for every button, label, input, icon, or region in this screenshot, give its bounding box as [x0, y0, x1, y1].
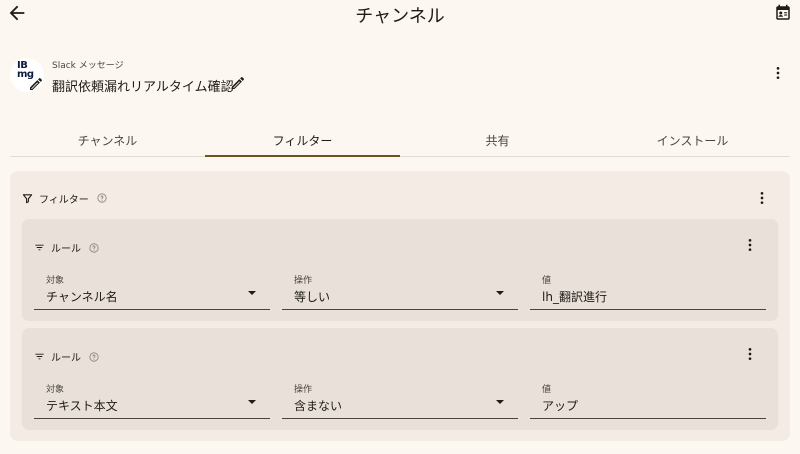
rule-label: ルール [51, 353, 81, 364]
app-name: 翻訳依頼漏れリアルタイム確認 [52, 80, 234, 95]
filter-label: フィルター [39, 194, 89, 206]
tab-filter[interactable]: フィルター [205, 124, 400, 157]
target-value: チャンネル名 [46, 290, 118, 304]
rule-more-vert-icon[interactable] [742, 236, 758, 254]
filter-list-icon [35, 244, 44, 251]
app-header: IB mg Slack メッセージ 翻訳依頼漏れリアルタイム確認 [10, 56, 790, 96]
rule-card: ルール 対象 テキスト本文 操作 含まない 値 アップ [22, 328, 778, 430]
rule-label: ルール [51, 244, 81, 255]
more-vert-icon[interactable] [770, 64, 786, 82]
value-text: アップ [542, 399, 579, 413]
target-select[interactable]: 対象 チャンネル名 [34, 273, 270, 310]
filter-card: フィルター ルール 対象 チャンネル名 操作 等しい 値 lh_翻訳進行 ルール… [10, 171, 790, 441]
operator-value: 等しい [294, 290, 331, 304]
filter-more-vert-icon[interactable] [754, 189, 770, 207]
target-select[interactable]: 対象 テキスト本文 [34, 382, 270, 419]
rule-header: ルール [34, 349, 99, 364]
value-text: lh_翻訳進行 [542, 290, 607, 304]
top-app-bar: チャンネル [0, 0, 800, 28]
value-label: 値 [542, 385, 552, 395]
target-value: テキスト本文 [46, 399, 118, 413]
rule-card: ルール 対象 チャンネル名 操作 等しい 値 lh_翻訳進行 [22, 219, 778, 321]
edit-logo-pencil-icon[interactable] [28, 76, 44, 92]
dropdown-arrow-icon [496, 400, 504, 404]
target-label: 対象 [46, 385, 65, 395]
rule-more-vert-icon[interactable] [742, 345, 758, 363]
dropdown-arrow-icon [248, 291, 256, 295]
value-input[interactable]: 値 アップ [530, 382, 766, 419]
operator-label: 操作 [294, 276, 313, 286]
tab-install[interactable]: インストール [595, 124, 790, 156]
dropdown-arrow-icon [496, 291, 504, 295]
contact-card-icon[interactable] [774, 4, 792, 22]
edit-name-pencil-icon[interactable] [230, 75, 246, 91]
rule-header: ルール [34, 240, 99, 255]
value-label: 値 [542, 276, 552, 286]
help-circle-icon[interactable] [89, 242, 99, 253]
tab-channel[interactable]: チャンネル [10, 124, 205, 156]
filter-list-icon [35, 353, 44, 360]
help-circle-icon[interactable] [97, 193, 107, 203]
operator-label: 操作 [294, 385, 313, 395]
help-circle-icon[interactable] [89, 351, 99, 362]
filter-header: フィルター [22, 191, 107, 206]
operator-select[interactable]: 操作 含まない [282, 382, 518, 419]
tab-share[interactable]: 共有 [400, 124, 595, 156]
dropdown-arrow-icon [248, 400, 256, 404]
value-input[interactable]: 値 lh_翻訳進行 [530, 273, 766, 310]
target-label: 対象 [46, 276, 65, 286]
tab-bar: チャンネル フィルター 共有 インストール [10, 124, 790, 157]
page-title: チャンネル [355, 6, 445, 27]
operator-select[interactable]: 操作 等しい [282, 273, 518, 310]
funnel-icon [22, 193, 33, 203]
app-subtitle: Slack メッセージ [52, 61, 124, 71]
operator-value: 含まない [294, 399, 343, 413]
